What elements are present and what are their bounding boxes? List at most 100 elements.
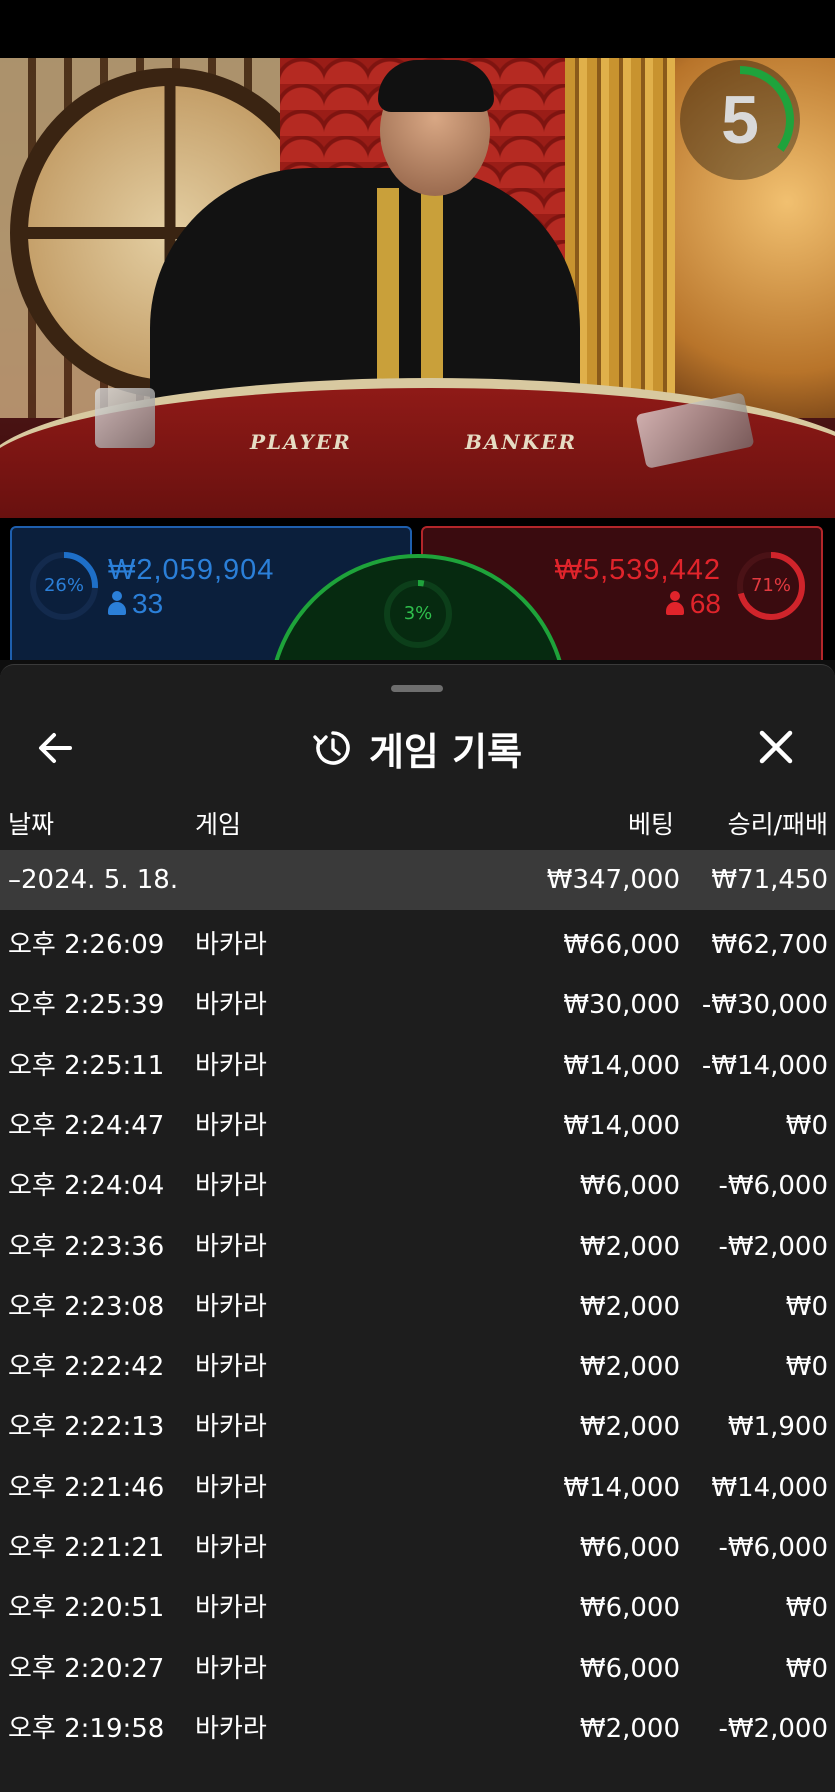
row-result: ₩0 (785, 1593, 828, 1624)
row-result: ₩62,700 (711, 930, 828, 960)
history-row[interactable]: 오후 2:25:11 바카라 ₩14,000 -₩14,000 (0, 1036, 835, 1096)
row-result: ₩0 (785, 1653, 828, 1684)
row-time: 오후 2:24:47 (8, 1110, 165, 1141)
row-game: 바카라 (195, 1472, 267, 1503)
row-bet: ₩6,000 (579, 1533, 680, 1563)
row-result: ₩1,900 (727, 1412, 828, 1443)
drag-handle[interactable] (391, 685, 443, 692)
row-time: 오후 2:21:46 (8, 1472, 165, 1503)
day-summary-row[interactable]: –2024. 5. 18. ₩347,000 ₩71,450 (0, 850, 835, 910)
column-header-game: 게임 (195, 810, 242, 839)
row-game: 바카라 (195, 1050, 267, 1081)
column-header-bet: 베팅 (627, 810, 674, 839)
banker-percent-ring: 71% (735, 550, 807, 622)
banker-count-value: 68 (689, 588, 721, 619)
row-time: 오후 2:20:27 (8, 1653, 165, 1684)
sheet-header: 게임 기록 (0, 705, 835, 791)
table-label-player: PLAYER (250, 430, 352, 454)
row-result: ₩0 (785, 1352, 828, 1383)
day-result-total: ₩71,450 (711, 865, 828, 895)
history-row[interactable]: 오후 2:24:04 바카라 ₩6,000 -₩6,000 (0, 1156, 835, 1216)
countdown-timer: 5 (680, 60, 800, 180)
table-label-banker: BANKER (465, 430, 577, 454)
row-result: -₩2,000 (718, 1231, 828, 1262)
sheet-title-group: 게임 기록 (0, 705, 835, 791)
person-icon (108, 591, 126, 615)
row-time: 오후 2:23:08 (8, 1291, 165, 1322)
bet-stats-strip: 26% ₩2,059,904 33 71% ₩5,539,442 68 3% (0, 518, 835, 854)
row-game: 바카라 (195, 990, 267, 1021)
history-row[interactable]: 오후 2:23:08 바카라 ₩2,000 ₩0 (0, 1277, 835, 1337)
player-percent: 26% (43, 575, 84, 596)
row-bet: ₩6,000 (579, 1593, 680, 1624)
game-history-sheet: 게임 기록 날짜 게임 베팅 승리/패배 –2024. 5. 18. ₩347,… (0, 664, 835, 1792)
row-game: 바카라 (195, 930, 267, 960)
close-icon (759, 730, 793, 764)
column-header-result: 승리/패배 (727, 810, 828, 839)
history-row[interactable]: 오후 2:21:21 바카라 ₩6,000 -₩6,000 (0, 1518, 835, 1578)
row-bet: ₩6,000 (579, 1171, 680, 1202)
history-row[interactable]: 오후 2:22:13 바카라 ₩2,000 ₩1,900 (0, 1397, 835, 1457)
row-time: 오후 2:22:13 (8, 1412, 165, 1443)
row-result: -₩2,000 (718, 1713, 828, 1744)
gold-pillar (565, 58, 675, 408)
history-row[interactable]: 오후 2:25:39 바카라 ₩30,000 -₩30,000 (0, 975, 835, 1035)
row-bet: ₩30,000 (563, 990, 680, 1021)
banker-count: 68 (665, 588, 721, 620)
row-game: 바카라 (195, 1352, 267, 1383)
row-bet: ₩66,000 (563, 930, 680, 960)
row-bet: ₩14,000 (563, 1110, 680, 1141)
history-row[interactable]: 오후 2:21:46 바카라 ₩14,000 ₩14,000 (0, 1458, 835, 1518)
history-row[interactable]: 오후 2:19:58 바카라 ₩2,000 -₩2,000 (0, 1699, 835, 1759)
row-bet: ₩14,000 (563, 1472, 680, 1503)
back-button[interactable] (30, 723, 86, 773)
row-time: 오후 2:20:51 (8, 1593, 165, 1624)
countdown-value: 5 (721, 82, 759, 158)
banker-amount: ₩5,539,442 (554, 554, 721, 586)
player-amount: ₩2,059,904 (108, 554, 275, 586)
day-bet-total: ₩347,000 (546, 865, 680, 895)
row-result: -₩14,000 (701, 1050, 828, 1081)
row-bet: ₩14,000 (563, 1050, 680, 1081)
row-game: 바카라 (195, 1593, 267, 1624)
row-result: -₩6,000 (718, 1533, 828, 1563)
day-date: –2024. 5. 18. (8, 865, 179, 895)
history-row[interactable]: 오후 2:24:47 바카라 ₩14,000 ₩0 (0, 1096, 835, 1156)
row-game: 바카라 (195, 1171, 267, 1202)
history-row[interactable]: 오후 2:26:09 바카라 ₩66,000 ₩62,700 (0, 915, 835, 975)
row-bet: ₩2,000 (579, 1352, 680, 1383)
close-button[interactable] (748, 719, 804, 775)
row-time: 오후 2:25:11 (8, 1050, 165, 1081)
row-game: 바카라 (195, 1713, 267, 1744)
row-bet: ₩2,000 (579, 1412, 680, 1443)
history-row[interactable]: 오후 2:20:51 바카라 ₩6,000 ₩0 (0, 1578, 835, 1638)
sheet-title: 게임 기록 (368, 729, 523, 774)
row-game: 바카라 (195, 1653, 267, 1684)
person-icon (665, 591, 684, 615)
history-row[interactable]: 오후 2:20:27 바카라 ₩6,000 ₩0 (0, 1639, 835, 1699)
row-game: 바카라 (195, 1291, 267, 1322)
row-result: -₩6,000 (718, 1171, 828, 1202)
player-percent-ring: 26% (28, 550, 100, 622)
row-result: ₩14,000 (711, 1472, 828, 1503)
row-game: 바카라 (195, 1231, 267, 1262)
row-result: -₩30,000 (701, 990, 828, 1021)
row-result: ₩0 (785, 1291, 828, 1322)
history-icon (313, 731, 350, 765)
row-bet: ₩2,000 (579, 1713, 680, 1744)
row-bet: ₩6,000 (579, 1653, 680, 1684)
row-time: 오후 2:19:58 (8, 1713, 165, 1744)
row-time: 오후 2:25:39 (8, 990, 165, 1021)
banker-percent: 71% (750, 575, 791, 596)
row-time: 오후 2:23:36 (8, 1231, 165, 1262)
history-row[interactable]: 오후 2:22:42 바카라 ₩2,000 ₩0 (0, 1337, 835, 1397)
row-time: 오후 2:24:04 (8, 1171, 165, 1202)
row-game: 바카라 (195, 1110, 267, 1141)
row-bet: ₩2,000 (579, 1291, 680, 1322)
status-bar (0, 0, 835, 58)
row-time: 오후 2:22:42 (8, 1352, 165, 1383)
history-row[interactable]: 오후 2:23:36 바카라 ₩2,000 -₩2,000 (0, 1217, 835, 1277)
row-time: 오후 2:26:09 (8, 930, 165, 960)
row-time: 오후 2:21:21 (8, 1533, 165, 1563)
player-count: 33 (108, 588, 163, 620)
